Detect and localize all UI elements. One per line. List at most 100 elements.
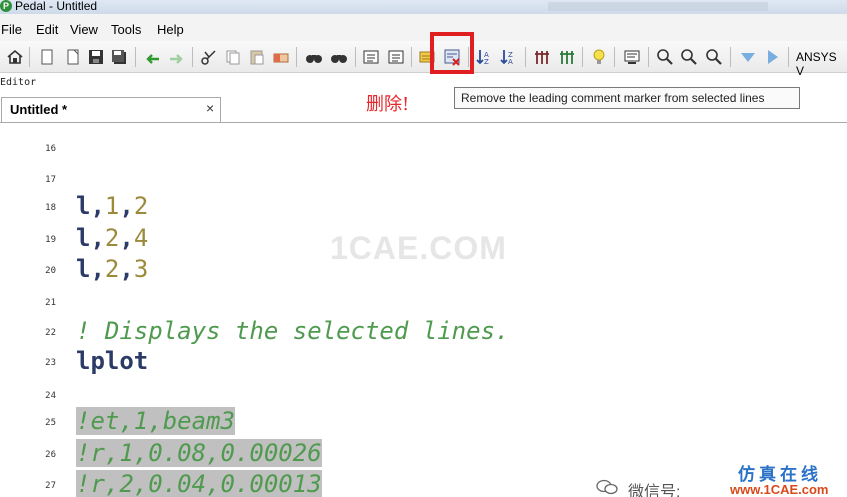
app-icon: P	[0, 0, 12, 12]
menu-view[interactable]: View	[70, 22, 98, 37]
wechat-icon	[596, 479, 618, 495]
menu-file[interactable]: File	[1, 22, 22, 37]
line-number: 17	[45, 175, 56, 185]
zoom-reset-icon[interactable]	[705, 48, 723, 66]
line-text: l,2,3	[76, 254, 148, 285]
code-token: ,	[90, 255, 105, 283]
save-icon[interactable]	[87, 48, 105, 66]
line-text: lplot	[76, 346, 148, 377]
editor-label: Editor	[0, 77, 37, 88]
toolbar: AZ ZA ANSYS V	[0, 41, 847, 78]
code-token: 2	[104, 224, 120, 252]
tab-label: Untitled *	[10, 102, 68, 117]
code-token: ! Displays the selected lines.	[76, 317, 510, 345]
line-number: 26	[45, 450, 56, 460]
copy-icon[interactable]	[224, 48, 242, 66]
outdent-icon[interactable]	[387, 48, 405, 66]
new-file-icon[interactable]	[38, 48, 56, 66]
line-text: l,2,4	[76, 223, 148, 254]
tab-untitled[interactable]: Untitled * ×	[1, 97, 221, 122]
code-token: ,	[119, 255, 134, 283]
redo-icon[interactable]	[167, 48, 185, 66]
line-number: 19	[45, 235, 56, 245]
close-icon[interactable]: ×	[206, 100, 214, 116]
code-line[interactable]: 22 ! Displays the selected lines.	[0, 316, 847, 347]
menu-bar: File Edit View Tools Help	[0, 14, 847, 41]
line-number: 24	[45, 391, 56, 401]
svg-text:Z: Z	[484, 58, 489, 66]
code-token: lplot	[76, 347, 149, 375]
line-number: 16	[45, 144, 56, 154]
hint-bulb-icon[interactable]	[590, 48, 608, 66]
new-file-icon-2[interactable]	[64, 48, 82, 66]
find-icon[interactable]	[305, 48, 323, 66]
code-line[interactable]: 27 !r,2,0.04,0.00013	[0, 469, 847, 497]
sort-descending-icon[interactable]: ZA	[499, 48, 517, 66]
title-bar: P Pedal - Untitled	[0, 0, 847, 14]
indent-icon[interactable]	[362, 48, 380, 66]
cut-icon[interactable]	[200, 48, 218, 66]
uncomment-button-highlight	[430, 32, 474, 74]
sort-ascending-icon[interactable]: AZ	[475, 48, 493, 66]
line-text: !et,1,beam3	[76, 406, 235, 437]
home-icon[interactable]	[6, 48, 24, 66]
code-token: !r,1,0.08,0.00026	[76, 439, 322, 467]
undo-icon[interactable]	[144, 48, 162, 66]
tooltip: Remove the leading comment marker from s…	[454, 87, 800, 109]
arrow-right-icon[interactable]	[764, 48, 782, 66]
line-number: 23	[45, 358, 56, 368]
code-token: ,	[119, 224, 134, 252]
code-token: !r,2,0.04,0.00013	[76, 470, 322, 497]
code-token: ,	[119, 192, 134, 220]
code-editor[interactable]: 16 17 18 l,1,2 19 l,2,4 20 l,2,3 21 22! Displays …	[0, 123, 847, 497]
line-number: 27	[45, 481, 56, 491]
code-line[interactable]: 17	[0, 163, 847, 194]
ansys-version-label[interactable]: ANSYS V	[796, 50, 847, 78]
arrow-down-icon[interactable]	[739, 48, 757, 66]
code-token: ,	[90, 224, 105, 252]
watermark-logo-bottom: www.1CAE.com	[730, 482, 829, 497]
clear-icon[interactable]	[272, 48, 290, 66]
code-token: 2	[104, 255, 120, 283]
code-line[interactable]: 18 l,1,2	[0, 191, 847, 222]
line-number: 25	[45, 418, 56, 428]
code-line[interactable]: 26 !r,1,0.08,0.00026	[0, 438, 847, 469]
code-token: l	[76, 192, 91, 220]
menu-tools[interactable]: Tools	[111, 22, 141, 37]
code-token: 3	[133, 255, 149, 283]
line-number: 21	[45, 298, 56, 308]
code-token: ,	[90, 192, 105, 220]
find-next-icon[interactable]	[330, 48, 348, 66]
line-text: ! Displays the selected lines.	[76, 316, 509, 347]
line-number: 20	[45, 266, 56, 276]
watermark-wechat: 微信号:	[628, 484, 681, 497]
line-number: 22	[45, 328, 56, 338]
menu-help[interactable]: Help	[157, 22, 184, 37]
watermark-center: 1CAE.COM	[330, 230, 507, 266]
blurred-title-region	[548, 2, 768, 11]
line-number: 18	[45, 203, 56, 213]
menu-edit[interactable]: Edit	[36, 22, 58, 37]
zoom-out-icon[interactable]	[680, 48, 698, 66]
zoom-in-icon[interactable]	[656, 48, 674, 66]
code-line[interactable]: 16	[0, 132, 847, 163]
settings-panel-icon[interactable]	[623, 48, 641, 66]
line-text: l,1,2	[76, 191, 148, 222]
paste-icon[interactable]	[248, 48, 266, 66]
code-token: 1	[104, 192, 120, 220]
code-line[interactable]: 21	[0, 286, 847, 317]
code-line[interactable]: 25 !et,1,beam3	[0, 406, 847, 437]
column-icon[interactable]	[533, 48, 551, 66]
code-token: l	[76, 255, 91, 283]
svg-text:A: A	[508, 58, 513, 66]
save-all-icon[interactable]	[110, 48, 128, 66]
code-token: 4	[133, 224, 149, 252]
window-title: Pedal - Untitled	[15, 0, 98, 13]
code-line[interactable]: 23 lplot	[0, 346, 847, 377]
code-token: l	[76, 224, 91, 252]
column-icon-2[interactable]	[558, 48, 576, 66]
code-token: !et,1,beam3	[76, 407, 235, 435]
line-text: !r,2,0.04,0.00013	[76, 469, 322, 497]
delete-annotation: 删除!	[366, 94, 410, 115]
line-text: !r,1,0.08,0.00026	[76, 438, 322, 469]
